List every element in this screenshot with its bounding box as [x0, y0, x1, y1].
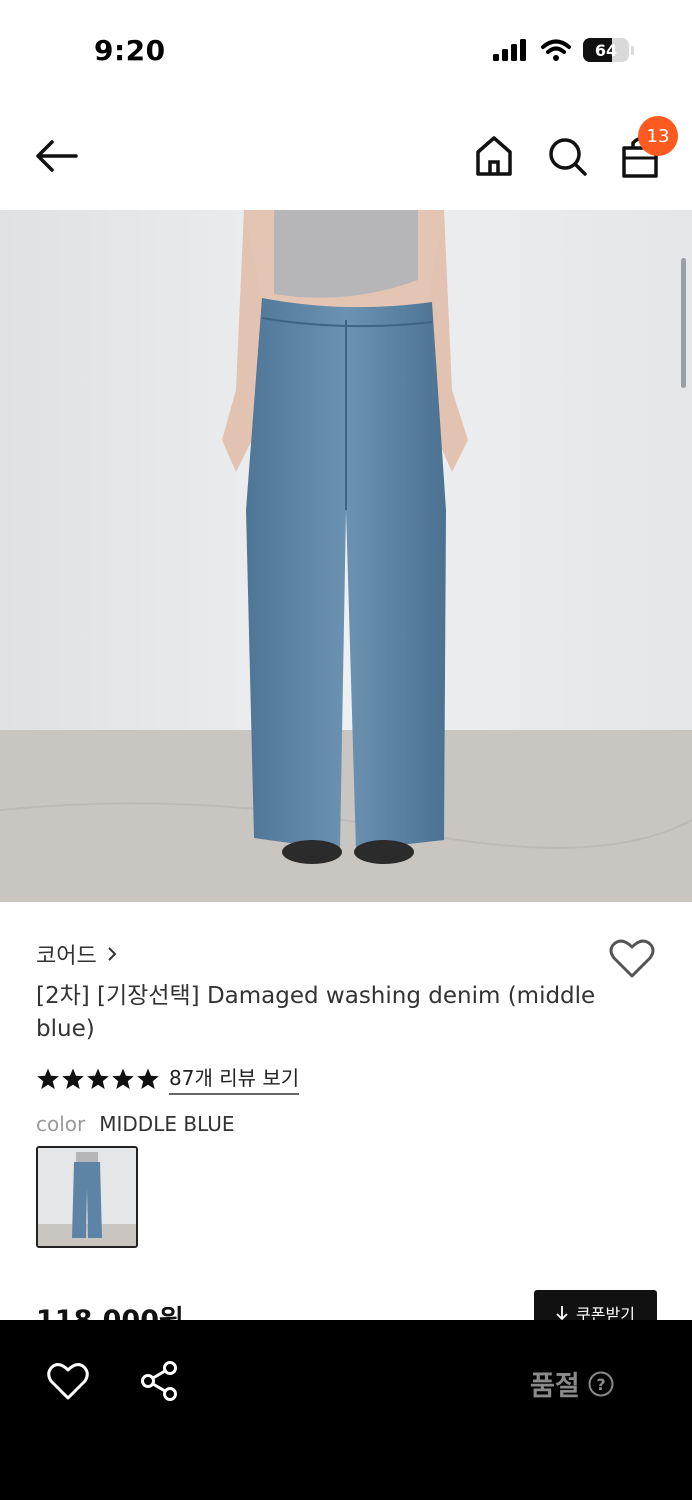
product-photo	[0, 210, 692, 902]
star-icon	[137, 1068, 159, 1089]
battery-cap	[631, 45, 634, 55]
signal-icon	[493, 39, 526, 61]
heart-icon[interactable]	[608, 936, 656, 980]
color-swatch[interactable]	[36, 1146, 138, 1248]
question-icon[interactable]: ?	[588, 1371, 614, 1397]
status-icons: 64	[493, 38, 634, 62]
image-scroll-indicator	[681, 258, 686, 388]
top-nav	[0, 100, 692, 210]
battery-level: 64	[594, 40, 618, 60]
product-title: [2차] [기장선택] Damaged washing denim (middl…	[36, 983, 596, 1042]
rating-stars	[36, 1067, 161, 1091]
bottom-action-bar: 품절 ?	[0, 1320, 692, 1500]
soldout-status: 품절 ?	[530, 1364, 614, 1403]
search-icon[interactable]	[545, 132, 589, 180]
home-icon[interactable]	[472, 132, 516, 180]
heart-icon[interactable]	[46, 1360, 90, 1402]
review-link[interactable]: 87개 리뷰 보기	[169, 1062, 300, 1095]
star-icon	[87, 1068, 109, 1089]
soldout-label: 품절	[530, 1371, 580, 1402]
star-icon	[37, 1068, 59, 1089]
wifi-icon	[541, 39, 571, 61]
share-icon[interactable]	[138, 1360, 180, 1402]
cart-count-badge: 13	[638, 116, 678, 156]
swatch-photo	[38, 1148, 136, 1246]
download-arrow-icon	[556, 1306, 568, 1321]
back-arrow-icon[interactable]	[32, 136, 80, 176]
chevron-right-icon	[108, 947, 117, 961]
battery-indicator: 64	[583, 38, 629, 62]
status-bar: 9:20 64	[0, 0, 692, 100]
star-icon	[62, 1068, 84, 1089]
star-icon	[112, 1068, 134, 1089]
rating-row: 87개 리뷰 보기	[36, 1062, 300, 1095]
color-value: MIDDLE BLUE	[99, 1112, 235, 1136]
color-label: color	[36, 1112, 86, 1136]
status-time: 9:20	[94, 34, 166, 67]
product-image[interactable]	[0, 210, 692, 902]
brand-name: 코어드	[36, 944, 97, 969]
svg-text:?: ?	[596, 1375, 605, 1394]
color-row: color MIDDLE BLUE	[36, 1112, 234, 1136]
brand-link[interactable]: 코어드	[36, 938, 117, 970]
